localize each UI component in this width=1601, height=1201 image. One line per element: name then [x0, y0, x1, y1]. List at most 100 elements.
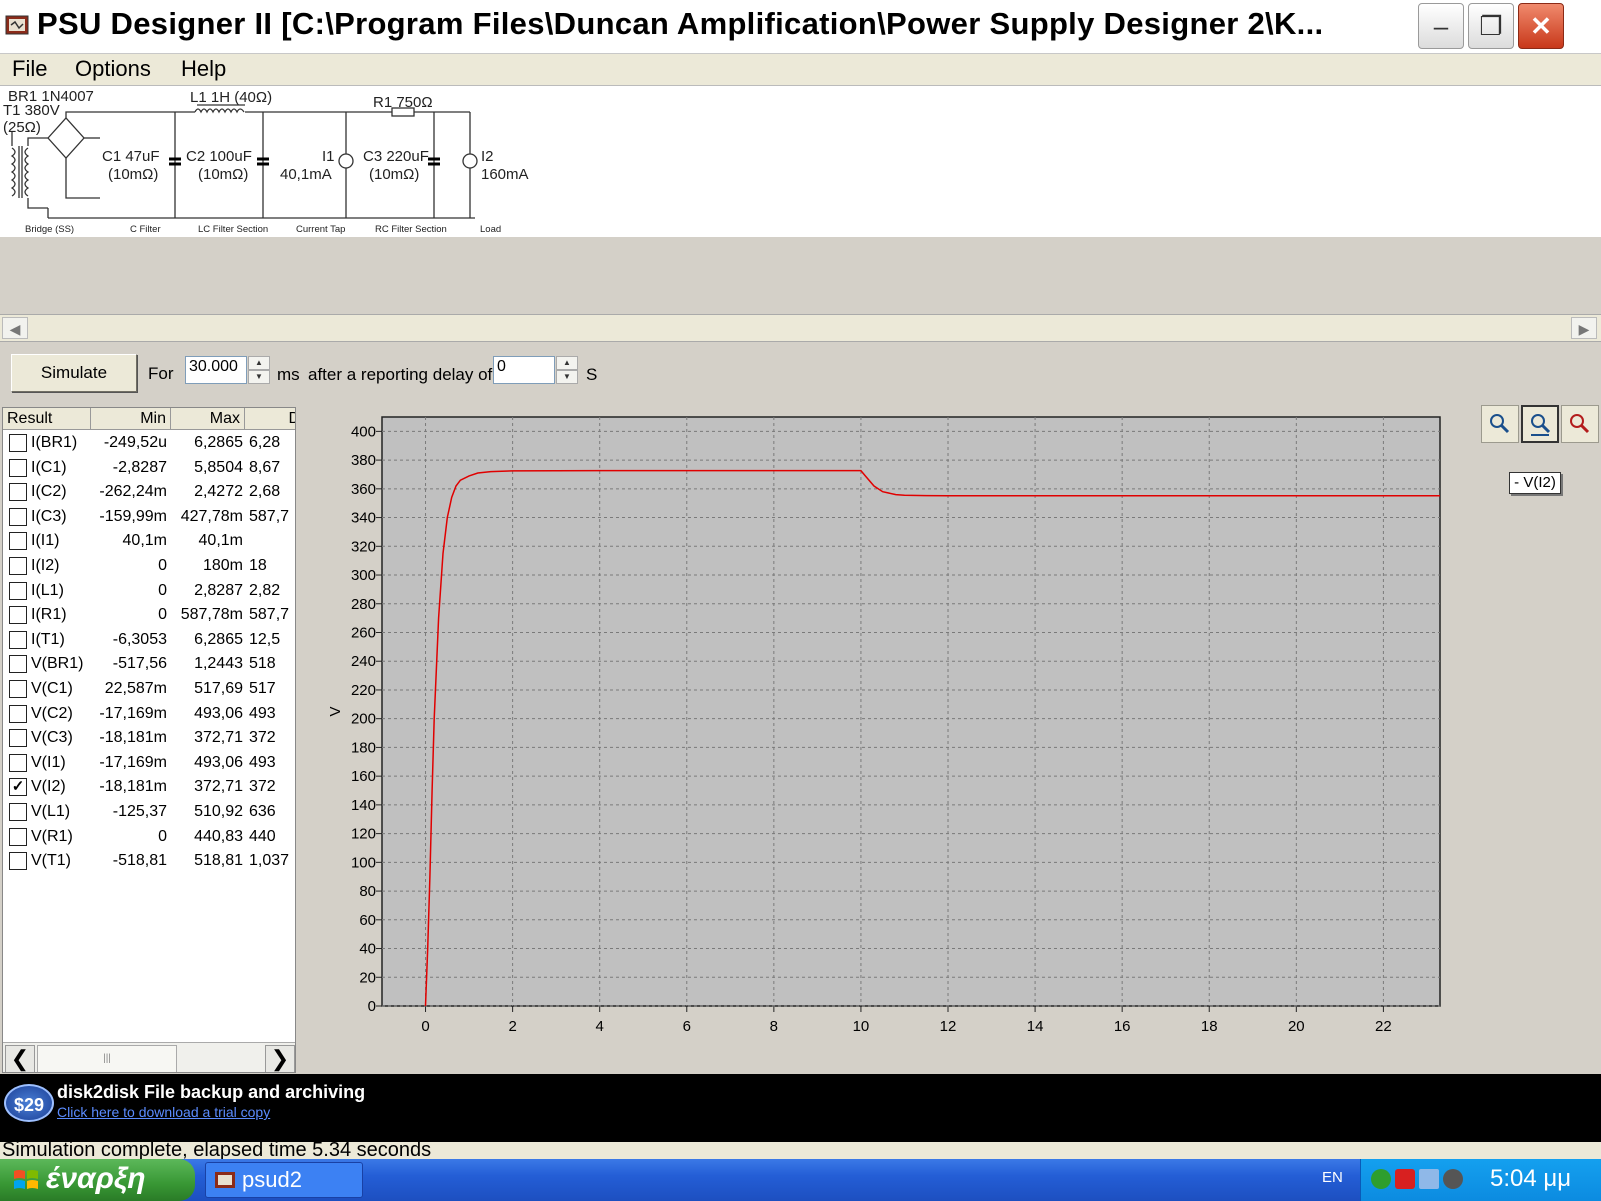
duration-input[interactable]: 30.000 — [185, 356, 247, 384]
table-row[interactable]: I(L1) 0 2,8287 2,82 — [3, 579, 295, 604]
result-checkbox[interactable] — [9, 852, 27, 871]
plot-area[interactable]: 0 2 4 6 8 10 12 14 16 18 20 22 0 20 40 60 80 100 120 140 160… — [300, 404, 1480, 1074]
header-min[interactable]: Min — [91, 408, 171, 430]
result-checkbox[interactable] — [9, 803, 27, 821]
result-max: 587,78m — [180, 606, 243, 624]
taskbar-item-psud2[interactable]: psud2 — [205, 1162, 363, 1198]
result-checkbox[interactable] — [9, 606, 27, 625]
zoom-in-button[interactable] — [1481, 405, 1519, 443]
table-row[interactable]: V(L1) -125,37 510,92 636 — [3, 800, 295, 825]
antivirus-icon[interactable] — [1395, 1169, 1415, 1189]
table-row[interactable]: I(C1) -2,8287 5,8504 8,67 — [3, 456, 295, 481]
table-row[interactable]: V(C1) 22,587m 517,69 517 — [3, 677, 295, 702]
header-max[interactable]: Max — [171, 408, 245, 430]
menu-file[interactable]: File — [12, 56, 47, 82]
table-row[interactable]: V(I1) -17,169m 493,06 493 — [3, 751, 295, 776]
header-result[interactable]: Result — [3, 408, 91, 430]
scroll-left-icon[interactable]: ◀ — [2, 317, 28, 339]
result-max: 40,1m — [198, 532, 243, 550]
result-checkbox[interactable] — [9, 532, 27, 551]
result-d: 440 — [249, 827, 276, 845]
result-checkbox[interactable] — [9, 557, 27, 575]
result-checkbox[interactable] — [9, 827, 27, 846]
minimize-button[interactable]: – — [1418, 3, 1464, 49]
table-row[interactable]: I(I2) 0 180m 18 — [3, 554, 295, 579]
x-tick-label: 18 — [1201, 1018, 1218, 1035]
app-icon — [215, 1172, 235, 1188]
result-checkbox[interactable] — [9, 704, 27, 723]
voltage-chart[interactable]: 0 2 4 6 8 10 12 14 16 18 20 22020406080100120140160… — [300, 404, 1480, 1074]
menu-options[interactable]: Options — [75, 56, 151, 82]
table-row[interactable]: V(T1) -518,81 518,81 1,037 — [3, 849, 295, 874]
zoom-fit-button[interactable] — [1521, 405, 1559, 443]
result-d: 6,28 — [249, 434, 281, 451]
result-name: V(C3) — [31, 729, 73, 747]
result-max: 493,06 — [194, 753, 243, 771]
result-checkbox[interactable] — [9, 581, 27, 600]
zoom-out-button[interactable] — [1561, 405, 1599, 443]
close-button[interactable]: ✕ — [1518, 3, 1564, 49]
schematic-view[interactable]: BR1 1N4007 T1 380V (25Ω) L1 1H (40Ω) R1 … — [0, 86, 1601, 237]
result-checkbox[interactable] — [9, 483, 27, 502]
results-scrollbar[interactable]: ❮ ||| ❯ — [3, 1042, 295, 1072]
table-row[interactable]: I(I1) 40,1m 40,1m — [3, 529, 295, 554]
result-name: V(T1) — [31, 852, 71, 870]
speaker-icon[interactable] — [1443, 1169, 1463, 1189]
result-checkbox[interactable] — [9, 729, 27, 748]
chevron-down-icon[interactable]: ▼ — [556, 370, 578, 384]
network-icon[interactable] — [1419, 1169, 1439, 1189]
result-checkbox[interactable] — [9, 680, 27, 698]
result-checkbox[interactable]: ✓ — [9, 778, 27, 797]
result-max: 5,8504 — [194, 458, 243, 476]
t1-resistance: (25Ω) — [3, 119, 41, 136]
result-checkbox[interactable] — [9, 753, 27, 772]
scroll-right-icon[interactable]: ▶ — [1571, 317, 1597, 339]
header-d[interactable]: D — [245, 408, 295, 430]
result-max: 2,8287 — [194, 581, 243, 599]
table-row[interactable]: I(C2) -262,24m 2,4272 2,68 — [3, 480, 295, 505]
table-row[interactable]: V(C3) -18,181m 372,71 372 — [3, 726, 295, 751]
delay-stepper[interactable]: ▲ ▼ — [556, 356, 578, 384]
table-row[interactable]: I(BR1) -249,52u 6,2865 6,28 — [3, 431, 295, 456]
result-checkbox[interactable] — [9, 458, 27, 477]
table-row[interactable]: I(R1) 0 587,78m 587,7 — [3, 603, 295, 628]
chevron-up-icon[interactable]: ▲ — [248, 356, 270, 370]
table-row[interactable]: ✓ V(I2) -18,181m 372,71 372 — [3, 775, 295, 800]
result-checkbox[interactable] — [9, 507, 27, 526]
utorrent-icon[interactable] — [1371, 1169, 1391, 1189]
result-max: 180m — [202, 557, 243, 574]
scroll-thumb[interactable]: ||| — [37, 1045, 177, 1072]
language-indicator[interactable]: EN — [1322, 1169, 1343, 1186]
result-checkbox[interactable] — [9, 434, 27, 452]
result-name: I(R1) — [31, 606, 67, 624]
banner-link[interactable]: Click here to download a trial copy — [57, 1104, 270, 1120]
start-button[interactable]: έναρξη — [0, 1159, 195, 1201]
y-tick-label: 220 — [351, 682, 376, 699]
simulate-button[interactable]: Simulate — [11, 354, 137, 392]
x-tick-label: 14 — [1027, 1018, 1044, 1035]
result-d: 372 — [249, 778, 276, 796]
table-row[interactable]: V(BR1) -517,56 1,2443 518 — [3, 652, 295, 677]
schematic-scrollbar[interactable]: ◀ ▶ — [0, 314, 1601, 342]
chevron-down-icon[interactable]: ▼ — [248, 370, 270, 384]
ad-banner[interactable]: $29 disk2disk File backup and archiving … — [0, 1074, 1601, 1142]
y-tick-label: 280 — [351, 596, 376, 613]
result-checkbox[interactable] — [9, 655, 27, 674]
table-row[interactable]: I(C3) -159,99m 427,78m 587,7 — [3, 505, 295, 530]
scroll-right-icon[interactable]: ❯ — [265, 1045, 295, 1072]
result-name: V(I1) — [31, 753, 66, 771]
delay-input[interactable]: 0 — [493, 356, 555, 384]
table-row[interactable]: I(T1) -6,3053 6,2865 12,5 — [3, 628, 295, 653]
duration-stepper[interactable]: ▲ ▼ — [248, 356, 270, 384]
table-row[interactable]: V(C2) -17,169m 493,06 493 — [3, 702, 295, 727]
chevron-up-icon[interactable]: ▲ — [556, 356, 578, 370]
scroll-left-icon[interactable]: ❮ — [5, 1045, 35, 1072]
maximize-button[interactable]: ❐ — [1468, 3, 1514, 49]
result-checkbox[interactable] — [9, 630, 27, 649]
clock[interactable]: 5:04 μμ — [1490, 1165, 1571, 1193]
table-row[interactable]: V(R1) 0 440,83 440 — [3, 825, 295, 850]
y-tick-label: 120 — [351, 826, 376, 843]
menu-help[interactable]: Help — [181, 56, 226, 82]
y-tick-label: 320 — [351, 538, 376, 555]
i1-value: 40,1mA — [280, 166, 332, 183]
